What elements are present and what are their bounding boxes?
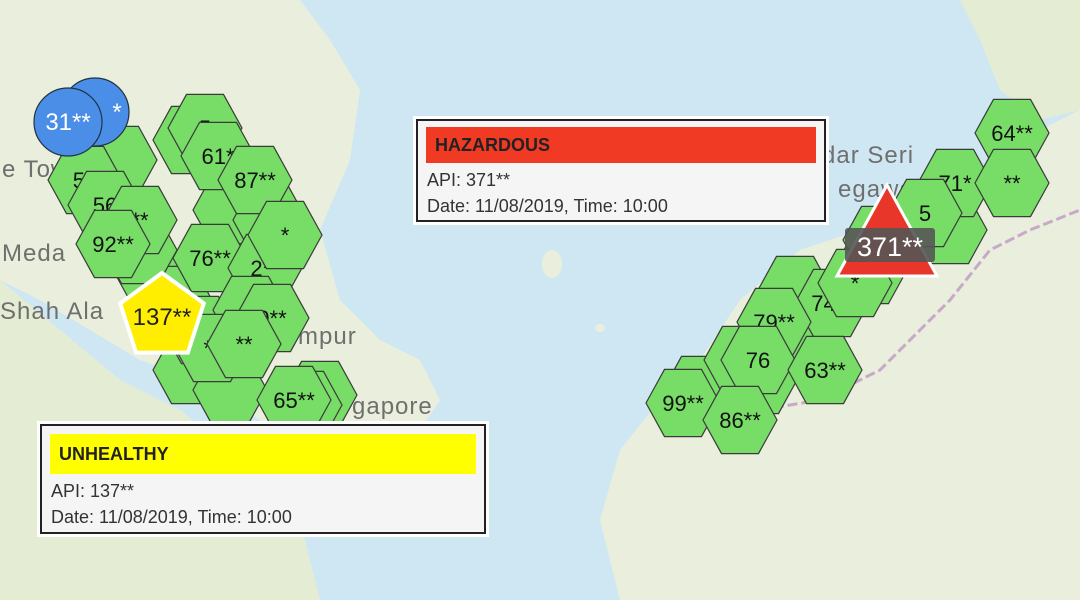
api-value: API: 371** (427, 170, 511, 190)
marker-label: 76** (189, 246, 231, 271)
marker-label: 76 (746, 348, 770, 373)
marker-label: 92** (92, 232, 134, 257)
marker-label: * (112, 99, 121, 126)
category-band: UNHEALTHY (50, 434, 476, 474)
marker-label: 87** (234, 168, 276, 193)
marker-label: 86** (719, 408, 761, 433)
marker-label: * (281, 223, 290, 248)
station-marker-good[interactable]: ** (974, 148, 1050, 218)
marker-label: 99** (662, 391, 704, 416)
hazardous-popup[interactable]: HAZARDOUS API: 371** Date: 11/08/2019, T… (416, 119, 826, 222)
marker-label: 63** (804, 358, 846, 383)
marker-label: 371** (857, 232, 924, 262)
marker-label: 64** (991, 121, 1033, 146)
map-view[interactable]: e Tow Meda Shah Ala mpur gapore dar Seri… (0, 0, 1080, 600)
marker-label: 65** (273, 388, 315, 413)
station-marker-moderate[interactable]: 31** (33, 87, 103, 157)
marker-label: 137** (133, 304, 192, 331)
date-time: Date: 11/08/2019, Time: 10:00 (51, 507, 292, 527)
category-band: HAZARDOUS (426, 127, 816, 163)
marker-label: 5 (919, 201, 931, 226)
marker-label: 31** (45, 109, 90, 136)
date-time: Date: 11/08/2019, Time: 10:00 (427, 196, 668, 216)
marker-label: ** (235, 332, 253, 357)
unhealthy-popup[interactable]: UNHEALTHY API: 137** Date: 11/08/2019, T… (40, 424, 486, 534)
marker-label: ** (1003, 171, 1021, 196)
api-value: API: 137** (51, 481, 135, 501)
